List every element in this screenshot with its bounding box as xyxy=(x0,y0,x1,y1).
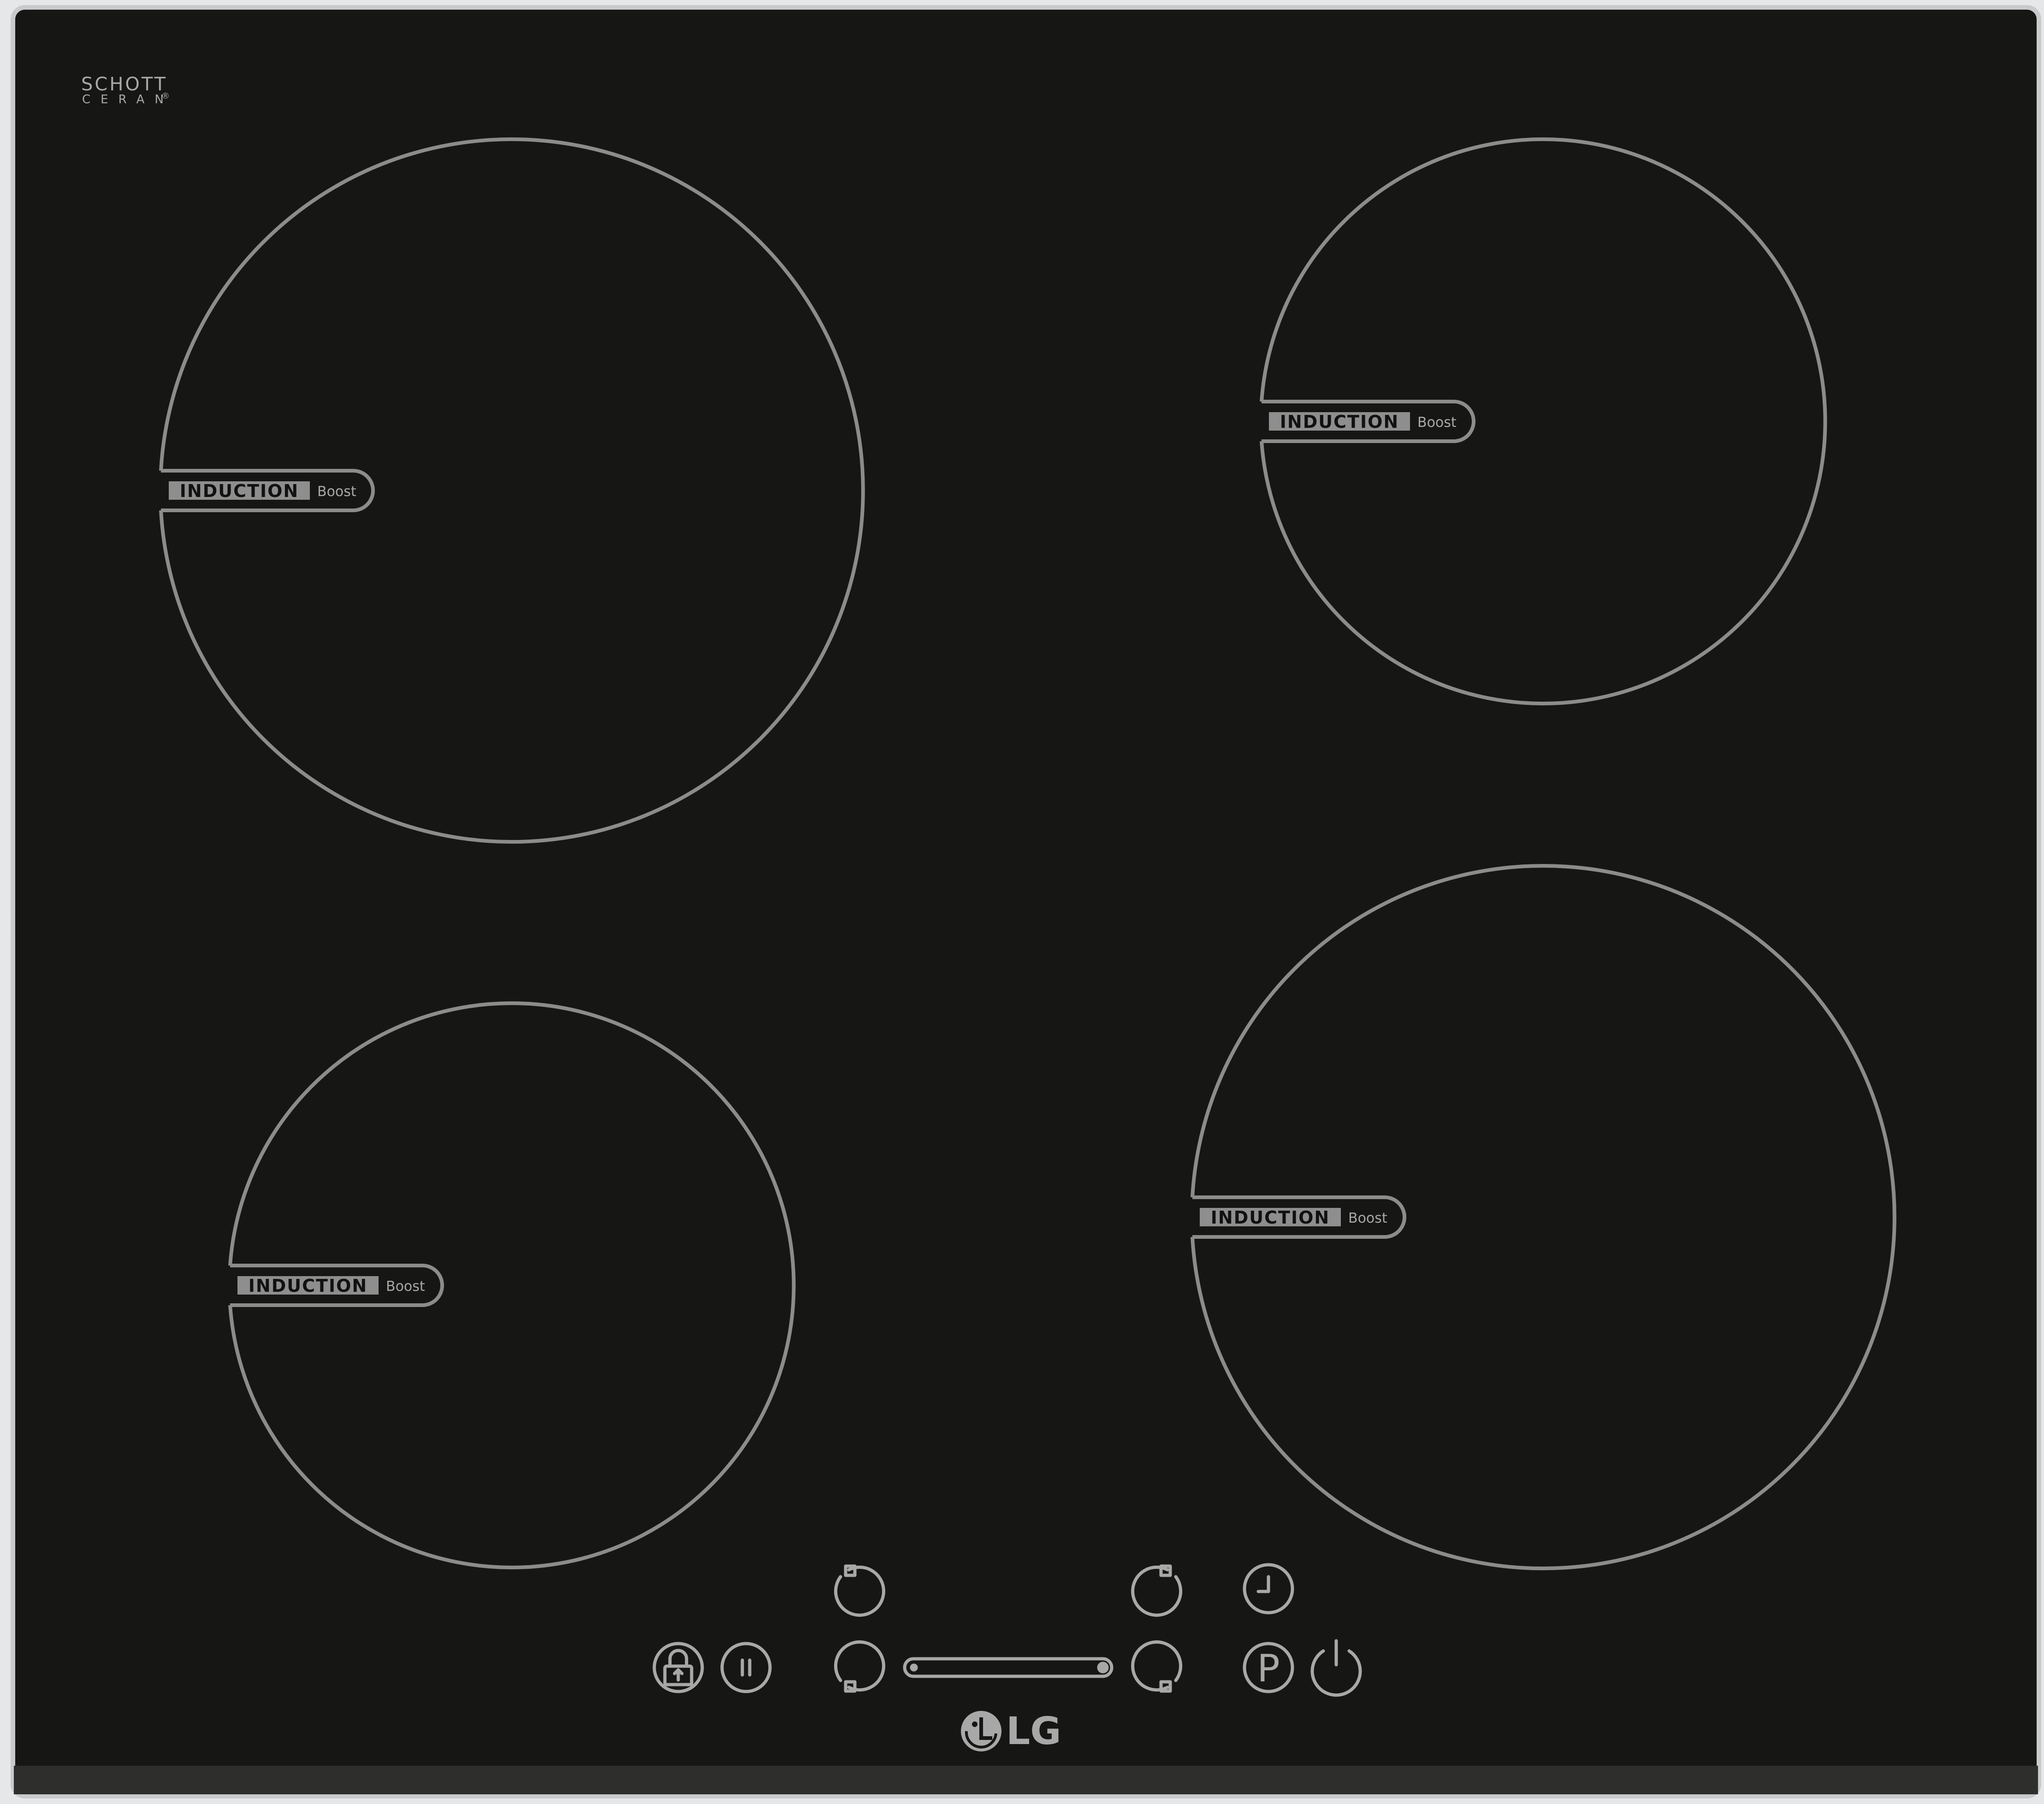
schott-logo-line1: SCHOTT xyxy=(81,74,167,95)
boost-label: Boost xyxy=(1348,1210,1387,1226)
glass-panel xyxy=(11,5,2041,1798)
lg-logo: LG xyxy=(961,1709,1061,1753)
registered-mark: ® xyxy=(161,91,170,101)
front-edge-strip xyxy=(14,1766,2038,1794)
slider-min-dot xyxy=(910,1663,918,1672)
lg-wordmark: LG xyxy=(1006,1709,1061,1753)
induction-badge-text: INDUCTION xyxy=(180,481,299,501)
boost-label: Boost xyxy=(386,1278,425,1295)
induction-badge-text: INDUCTION xyxy=(1280,412,1399,432)
boost-label: Boost xyxy=(317,484,356,500)
induction-cooktop: SCHOTT CERAN ® INDUCTION Boost INDUCTION… xyxy=(0,0,2044,1804)
induction-badge-text: INDUCTION xyxy=(1211,1207,1330,1228)
induction-badge-text: INDUCTION xyxy=(249,1276,367,1296)
ceran-logo-line2: CERAN xyxy=(82,93,174,106)
slider-max-dot xyxy=(1097,1662,1109,1674)
boost-label: Boost xyxy=(1417,414,1457,431)
program-p-icon: P xyxy=(1257,1647,1280,1691)
